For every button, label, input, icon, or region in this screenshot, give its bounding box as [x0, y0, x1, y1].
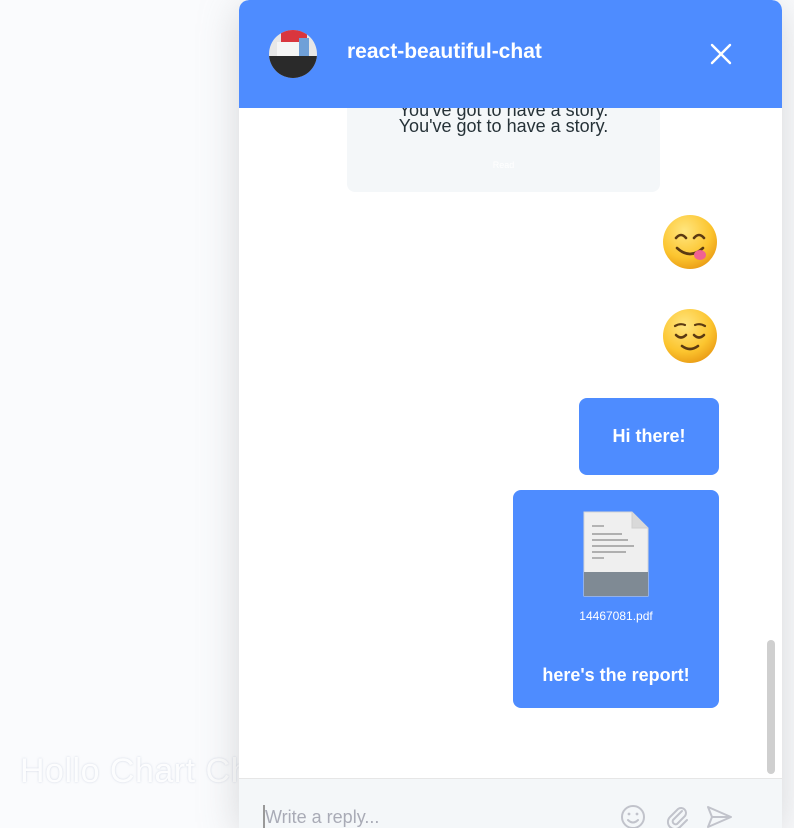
relieved-face-emoji-icon — [662, 308, 718, 364]
avatar — [269, 30, 317, 78]
sent-message: Hi there! — [579, 398, 719, 475]
file-message[interactable]: 14467081.pdf here's the report! — [513, 490, 719, 708]
chat-window: react-beautiful-chat You've got to have … — [239, 0, 782, 828]
yum-face-emoji-icon — [662, 214, 718, 270]
reply-input[interactable] — [263, 805, 605, 828]
file-name[interactable]: 14467081.pdf — [513, 609, 719, 623]
emoji-icon[interactable] — [619, 803, 647, 828]
paperclip-icon[interactable] — [663, 803, 691, 828]
close-icon[interactable] — [707, 40, 735, 68]
pdf-file-icon[interactable] — [582, 510, 650, 598]
message-list[interactable]: You've got to have a story. You've got t… — [239, 108, 782, 778]
send-icon[interactable] — [705, 803, 733, 828]
scrollbar-thumb[interactable] — [767, 640, 775, 774]
received-message: You've got to have a story. You've got t… — [347, 108, 660, 192]
composer — [239, 778, 782, 828]
scrollbar[interactable] — [764, 108, 776, 778]
chat-header: react-beautiful-chat — [239, 0, 782, 108]
chat-title: react-beautiful-chat — [347, 40, 542, 63]
received-message-text: You've got to have a story. — [398, 116, 609, 136]
read-receipt: Read — [492, 160, 515, 170]
file-caption: here's the report! — [542, 665, 690, 685]
